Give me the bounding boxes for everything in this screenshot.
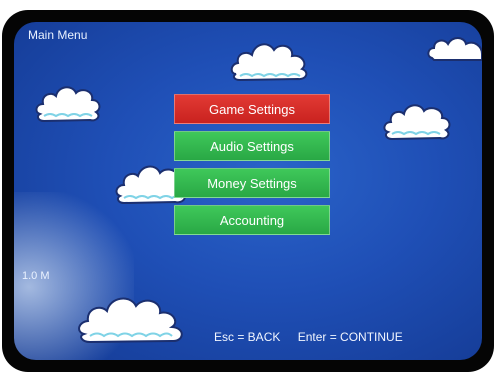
menu-item-label: Game Settings [209, 101, 295, 117]
cloud-icon [230, 43, 308, 82]
cloud-icon [78, 297, 183, 344]
menu-item-label: Audio Settings [210, 138, 294, 154]
game-screen: Main Menu Game Settings Audio Settings M… [14, 22, 482, 360]
menu-item-game-settings[interactable]: Game Settings [174, 94, 330, 124]
menu-item-label: Money Settings [207, 175, 297, 191]
key-hints: Esc = BACK Enter = CONTINUE [214, 330, 417, 344]
main-menu: Game Settings Audio Settings Money Setti… [174, 94, 330, 242]
menu-item-label: Accounting [219, 212, 285, 228]
cloud-icon [427, 37, 482, 61]
menu-item-accounting[interactable]: Accounting [174, 205, 330, 235]
version-label: 1.0 M [22, 270, 50, 282]
menu-item-money-settings[interactable]: Money Settings [174, 168, 330, 198]
cloud-icon [35, 86, 101, 123]
back-hint: Esc = BACK [214, 330, 281, 344]
continue-hint: Enter = CONTINUE [297, 330, 403, 344]
menu-item-audio-settings[interactable]: Audio Settings [174, 131, 330, 161]
screen-title: Main Menu [28, 28, 88, 42]
cloud-icon [383, 104, 451, 141]
